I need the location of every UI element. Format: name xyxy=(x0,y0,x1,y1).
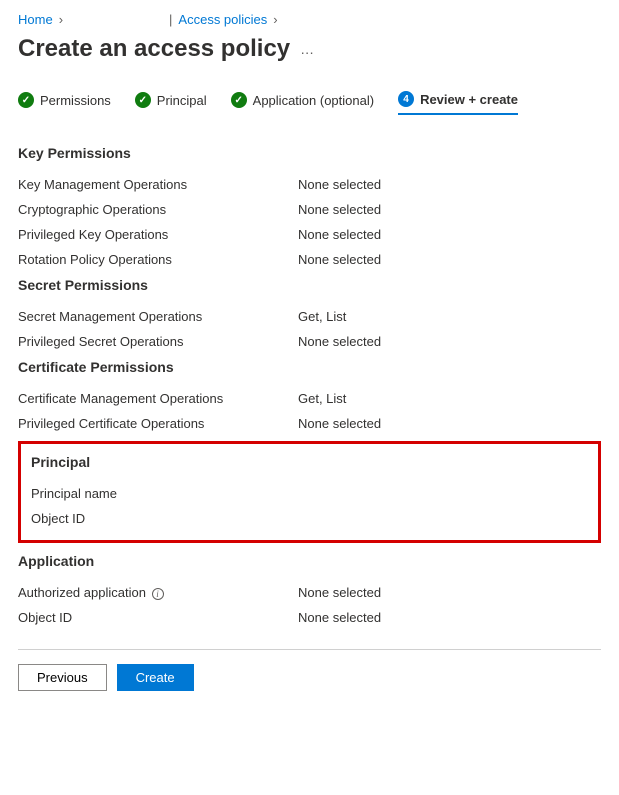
breadcrumb-home[interactable]: Home xyxy=(18,12,53,27)
kv-key-text: Authorized application xyxy=(18,585,146,600)
kv-row: Secret Management Operations Get, List xyxy=(18,309,601,324)
page-title: Create an access policy xyxy=(18,35,290,63)
kv-val: None selected xyxy=(298,416,381,431)
section-heading-cert: Certificate Permissions xyxy=(18,359,601,375)
page-title-row: Create an access policy … xyxy=(18,35,601,63)
kv-val: None selected xyxy=(298,585,381,600)
step-number-icon: 4 xyxy=(398,91,414,107)
kv-key: Object ID xyxy=(18,610,298,625)
kv-key: Key Management Operations xyxy=(18,177,298,192)
step-label: Review + create xyxy=(420,92,518,107)
previous-button[interactable]: Previous xyxy=(18,664,107,691)
kv-key: Rotation Policy Operations xyxy=(18,252,298,267)
breadcrumb-pipe: | xyxy=(169,12,172,27)
breadcrumb: Home › | Access policies › xyxy=(18,12,601,27)
kv-key: Cryptographic Operations xyxy=(18,202,298,217)
kv-val: None selected xyxy=(298,177,381,192)
step-principal[interactable]: Principal xyxy=(135,91,207,115)
kv-row: Privileged Key Operations None selected xyxy=(18,227,601,242)
section-heading-principal: Principal xyxy=(31,454,588,470)
kv-row: Object ID None selected xyxy=(18,610,601,625)
step-permissions[interactable]: Permissions xyxy=(18,91,111,115)
more-actions-icon[interactable]: … xyxy=(300,41,315,57)
kv-key: Object ID xyxy=(31,511,311,526)
footer: Previous Create xyxy=(18,649,601,705)
kv-key: Certificate Management Operations xyxy=(18,391,298,406)
kv-val: None selected xyxy=(298,610,381,625)
kv-row: Authorized application i None selected xyxy=(18,585,601,600)
check-icon xyxy=(135,92,151,108)
breadcrumb-access-policies[interactable]: Access policies xyxy=(178,12,267,27)
step-label: Application (optional) xyxy=(253,93,374,108)
kv-row: Principal name xyxy=(31,486,588,501)
create-button[interactable]: Create xyxy=(117,664,194,691)
kv-row: Cryptographic Operations None selected xyxy=(18,202,601,217)
step-label: Principal xyxy=(157,93,207,108)
kv-row: Privileged Certificate Operations None s… xyxy=(18,416,601,431)
section-heading-secret: Secret Permissions xyxy=(18,277,601,293)
info-icon[interactable]: i xyxy=(152,588,164,600)
kv-key: Privileged Secret Operations xyxy=(18,334,298,349)
kv-row: Privileged Secret Operations None select… xyxy=(18,334,601,349)
kv-key: Privileged Certificate Operations xyxy=(18,416,298,431)
chevron-right-icon: › xyxy=(59,12,63,27)
kv-key: Principal name xyxy=(31,486,311,501)
kv-val: Get, List xyxy=(298,309,346,324)
chevron-right-icon: › xyxy=(273,12,277,27)
section-heading-key: Key Permissions xyxy=(18,145,601,161)
kv-row: Object ID xyxy=(31,511,588,526)
step-review-create[interactable]: 4 Review + create xyxy=(398,91,518,115)
kv-row: Certificate Management Operations Get, L… xyxy=(18,391,601,406)
kv-key: Authorized application i xyxy=(18,585,298,600)
check-icon xyxy=(18,92,34,108)
kv-key: Secret Management Operations xyxy=(18,309,298,324)
step-label: Permissions xyxy=(40,93,111,108)
kv-val: None selected xyxy=(298,202,381,217)
section-heading-application: Application xyxy=(18,553,601,569)
kv-key: Privileged Key Operations xyxy=(18,227,298,242)
kv-val: Get, List xyxy=(298,391,346,406)
kv-row: Key Management Operations None selected xyxy=(18,177,601,192)
kv-val: None selected xyxy=(298,227,381,242)
kv-val: None selected xyxy=(298,334,381,349)
principal-highlight: Principal Principal name Object ID xyxy=(18,441,601,543)
step-application[interactable]: Application (optional) xyxy=(231,91,374,115)
wizard-steps: Permissions Principal Application (optio… xyxy=(18,91,601,115)
kv-row: Rotation Policy Operations None selected xyxy=(18,252,601,267)
check-icon xyxy=(231,92,247,108)
kv-val: None selected xyxy=(298,252,381,267)
